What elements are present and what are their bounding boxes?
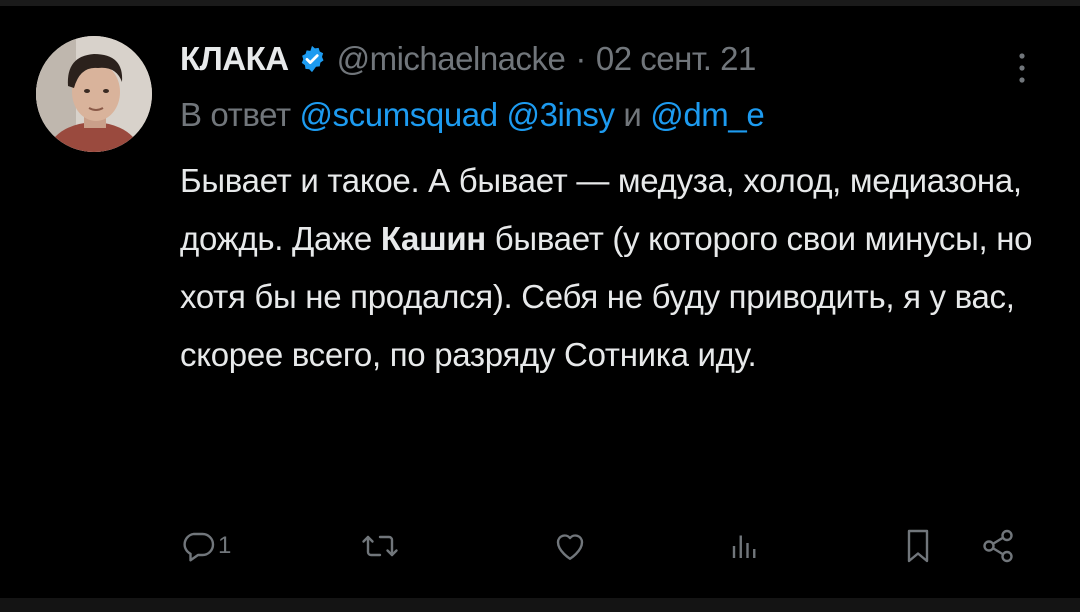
tweet-text: Бывает и такое. А бывает — медуза, холод… [180,152,1040,384]
views-button[interactable] [728,526,758,566]
views-icon [728,528,758,564]
retweet-button[interactable] [360,526,400,566]
author-handle[interactable]: @michaelnacke [337,40,566,78]
share-icon [980,528,1016,564]
reply-and: и [623,96,642,133]
action-bar: 1 [180,526,1030,566]
tweet-text-bold: Кашин [380,220,486,257]
avatar[interactable] [36,36,152,152]
share-button[interactable] [980,526,1016,566]
reply-count: 1 [218,532,232,559]
bookmark-button[interactable] [902,526,934,566]
tweet[interactable]: КЛАКА @michaelnacke · 02 сент. 21 В отве… [0,6,1080,598]
bookmark-icon [902,528,934,564]
reply-prefix: В ответ [180,96,291,133]
mention-link[interactable]: @scumsquad [299,96,498,133]
tweet-header: КЛАКА @michaelnacke · 02 сент. 21 [180,34,1040,84]
retweet-icon [360,528,400,564]
mention-link[interactable]: @3insy [506,96,615,133]
more-vertical-icon[interactable] [1012,48,1032,88]
reply-button[interactable]: 1 [180,526,231,566]
like-button[interactable] [550,526,590,566]
bottom-divider [0,598,1080,612]
mention-link[interactable]: @dm_e [650,96,764,133]
tweet-date[interactable]: 02 сент. 21 [596,40,756,78]
reply-context: В ответ @scumsquad @3insy и @dm_e [180,96,1040,134]
verified-badge-icon [297,44,327,74]
like-icon [550,528,590,564]
header-separator: · [575,40,586,77]
author-name[interactable]: КЛАКА [180,40,289,78]
reply-icon [180,528,216,564]
